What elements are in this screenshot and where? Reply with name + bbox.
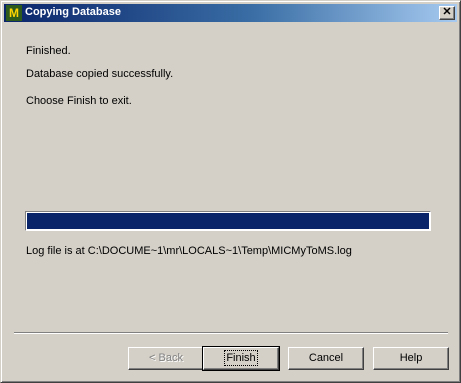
- progress-fill: [27, 213, 429, 229]
- dialog-window: M Copying Database ✕ Finished. Database …: [0, 0, 461, 383]
- detail-text: Database copied successfully.: [26, 68, 174, 80]
- back-button[interactable]: < Back: [128, 347, 204, 370]
- title-bar[interactable]: M Copying Database ✕: [4, 4, 457, 22]
- close-button[interactable]: ✕: [439, 6, 455, 20]
- instruction-text: Choose Finish to exit.: [26, 95, 132, 107]
- status-text: Finished.: [26, 45, 71, 57]
- app-icon: M: [6, 5, 22, 21]
- finish-button[interactable]: Finish: [202, 346, 280, 371]
- log-file-path: Log file is at C:\DOCUME~1\mr\LOCALS~1\T…: [26, 245, 352, 257]
- cancel-button[interactable]: Cancel: [288, 347, 364, 370]
- finish-label: Finish: [224, 350, 258, 366]
- button-separator: [14, 332, 448, 334]
- help-button[interactable]: Help: [373, 347, 449, 370]
- window-title: Copying Database: [25, 6, 121, 18]
- close-icon: ✕: [442, 6, 452, 18]
- progress-bar: [25, 211, 431, 231]
